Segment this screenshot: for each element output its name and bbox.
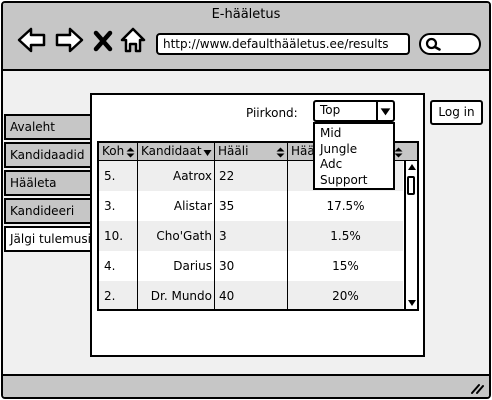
- dropdown-option-mid[interactable]: Mid: [320, 126, 388, 142]
- rank-cell: 4.: [104, 259, 116, 273]
- chevron-down-icon[interactable]: [376, 102, 393, 120]
- candidate-cell: Aatrox: [172, 169, 212, 183]
- table-row[interactable]: 2. Dr. Mundo 40 20%: [99, 281, 403, 309]
- column-divider: [287, 143, 288, 309]
- table-row[interactable]: 10. Cho'Gath 3 1.5%: [99, 221, 403, 251]
- rank-cell: 2.: [104, 289, 116, 303]
- candidate-cell: Cho'Gath: [156, 229, 212, 243]
- region-dropdown: Mid Jungle Adc Support: [313, 122, 395, 190]
- column-header-candidate[interactable]: Kandidaat: [138, 143, 214, 160]
- sidebar-item-haaleta[interactable]: Hääleta: [4, 170, 92, 196]
- column-divider: [214, 143, 215, 309]
- region-selected-value: Top: [320, 103, 341, 117]
- sort-icon: [126, 147, 135, 158]
- resize-grip-icon[interactable]: [470, 382, 484, 394]
- login-button[interactable]: Log in: [430, 100, 483, 125]
- forward-arrow-icon[interactable]: [54, 25, 84, 55]
- search-field[interactable]: [419, 33, 481, 55]
- table-row[interactable]: 3. Alistar 35 17.5%: [99, 191, 403, 221]
- rank-cell: 3.: [104, 199, 116, 213]
- column-header-rank[interactable]: Koh: [99, 143, 137, 160]
- sidebar-item-avaleht[interactable]: Avaleht: [4, 114, 92, 140]
- scroll-up-icon[interactable]: [407, 163, 417, 171]
- scroll-down-icon[interactable]: [407, 299, 417, 307]
- percent-cell: 20%: [332, 289, 359, 303]
- votes-cell: 35: [219, 199, 235, 213]
- votes-cell: 30: [219, 259, 235, 273]
- region-select[interactable]: Top: [313, 100, 395, 122]
- window-title: E-hääletus: [211, 7, 281, 22]
- column-header-votes[interactable]: Hääli: [215, 143, 287, 160]
- table-row[interactable]: 4. Darius 30 15%: [99, 251, 403, 281]
- status-bar: [3, 374, 489, 397]
- sort-icon: [276, 147, 285, 158]
- votes-cell: 3: [219, 229, 227, 243]
- search-icon: [425, 37, 441, 51]
- percent-cell: 15%: [332, 259, 359, 273]
- scroll-thumb[interactable]: [407, 176, 415, 195]
- title-bar: E-hääletus http://www.defaulthääletus.ee…: [3, 3, 489, 71]
- address-bar[interactable]: http://www.defaulthääletus.ee/results: [156, 33, 410, 55]
- sort-icon: [394, 147, 403, 158]
- dropdown-option-adc[interactable]: Adc: [320, 157, 388, 173]
- votes-cell: 40: [219, 289, 235, 303]
- table-scrollbar[interactable]: [404, 161, 417, 309]
- column-header-candidate-label: Kandidaat: [141, 144, 202, 158]
- sidebar-item-jalgi-tulemusi[interactable]: Jälgi tulemusi: [4, 226, 94, 252]
- candidate-cell: Alistar: [173, 199, 212, 213]
- close-icon[interactable]: [91, 25, 115, 55]
- percent-cell: 17.5%: [326, 199, 365, 213]
- rank-cell: 5.: [104, 169, 116, 183]
- browser-window: E-hääletus http://www.defaulthääletus.ee…: [1, 1, 491, 399]
- rank-cell: 10.: [104, 229, 124, 243]
- sort-descending-icon: [203, 150, 212, 156]
- home-icon[interactable]: [119, 25, 147, 55]
- column-divider: [137, 143, 138, 309]
- candidate-cell: Dr. Mundo: [150, 289, 212, 303]
- dropdown-option-support[interactable]: Support: [320, 173, 388, 189]
- column-header-votes-label: Hääli: [218, 144, 249, 158]
- dropdown-option-jungle[interactable]: Jungle: [320, 142, 388, 158]
- column-header-rank-label: Koh: [102, 144, 125, 158]
- percent-cell: 1.5%: [330, 229, 361, 243]
- sidebar-item-kandidaadid[interactable]: Kandidaadid: [4, 142, 92, 168]
- sidebar-item-kandideeri[interactable]: Kandideeri: [4, 198, 92, 224]
- candidate-cell: Darius: [173, 259, 212, 273]
- region-label: Piirkond:: [246, 106, 298, 120]
- column-header-percent-label: Hää: [291, 144, 315, 158]
- votes-cell: 22: [219, 169, 235, 183]
- back-arrow-icon[interactable]: [17, 25, 47, 55]
